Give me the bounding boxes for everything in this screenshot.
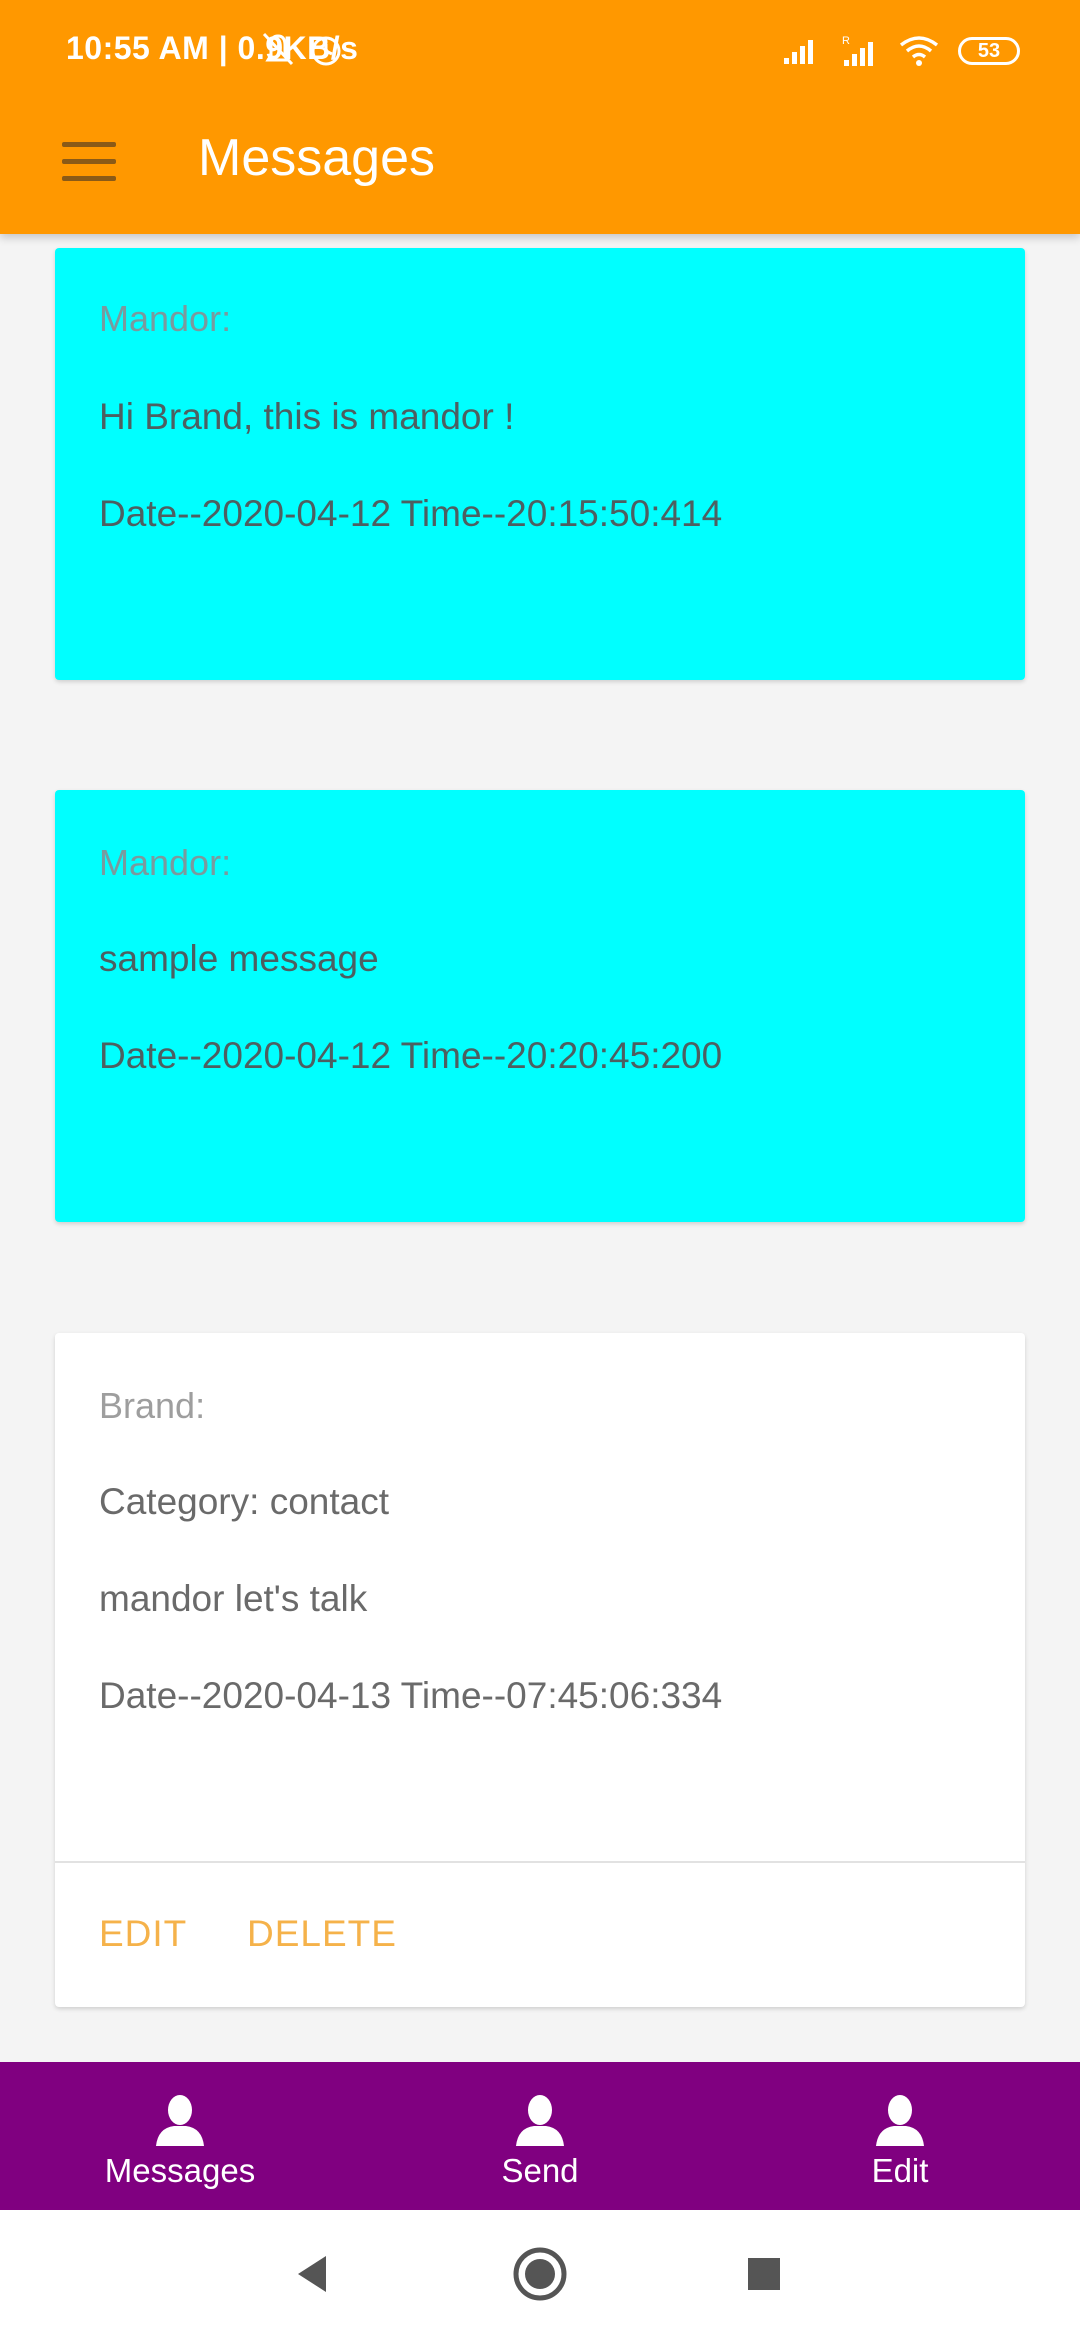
nav-item-send[interactable]: Send xyxy=(440,2062,640,2210)
message-text: Hi Brand, this is mandor ! xyxy=(99,396,515,437)
nav-label: Send xyxy=(501,2152,579,2189)
app-bar: Messages xyxy=(0,100,1080,234)
person-icon xyxy=(876,2095,924,2146)
home-icon[interactable] xyxy=(512,2246,568,2302)
signal-roaming-icon: R xyxy=(842,35,873,66)
message-datetime: Date--2020-04-12 Time--20:15:50:414 xyxy=(99,493,723,534)
svg-text:R: R xyxy=(842,35,850,47)
edit-button[interactable]: EDIT xyxy=(99,1913,187,1955)
card-divider xyxy=(55,1861,1025,1863)
status-bar: 10:55 AM | 0.9KB/s R 53 xyxy=(0,0,1080,100)
status-left-icons xyxy=(262,32,341,66)
nav-item-messages[interactable]: Messages xyxy=(80,2062,280,2210)
message-datetime: Date--2020-04-13 Time--07:45:06:334 xyxy=(99,1675,723,1716)
delete-button[interactable]: DELETE xyxy=(247,1913,397,1955)
top-app-bar: 10:55 AM | 0.9KB/s R 53 Messages xyxy=(0,0,1080,234)
message-card-editable[interactable]: Brand: Category: contact mandor let's ta… xyxy=(55,1333,1025,2007)
wifi-icon xyxy=(899,36,939,66)
person-icon xyxy=(516,2095,564,2146)
message-sender: Mandor: xyxy=(99,842,232,883)
battery-icon: 53 xyxy=(958,37,1020,65)
message-sender: Brand: xyxy=(99,1385,206,1426)
nav-label: Edit xyxy=(871,2152,929,2189)
message-text: mandor let's talk xyxy=(99,1578,368,1619)
mute-bell-icon xyxy=(262,32,294,66)
signal-icon xyxy=(784,40,813,64)
nav-item-edit[interactable]: Edit xyxy=(800,2062,1000,2210)
back-icon[interactable] xyxy=(292,2252,332,2296)
alarm-clock-icon xyxy=(311,36,341,66)
nav-label: Messages xyxy=(104,2152,256,2189)
message-card[interactable]: Mandor: sample message Date--2020-04-12 … xyxy=(55,790,1025,1222)
recents-icon[interactable] xyxy=(746,2256,782,2292)
person-icon xyxy=(156,2095,204,2146)
message-datetime: Date--2020-04-12 Time--20:20:45:200 xyxy=(99,1035,723,1076)
page-title: Messages xyxy=(198,129,435,187)
status-right-icons: R 53 xyxy=(782,30,1020,72)
message-sender: Mandor: xyxy=(99,298,232,339)
message-category: Category: contact xyxy=(99,1481,389,1522)
message-card[interactable]: Mandor: Hi Brand, this is mandor ! Date-… xyxy=(55,248,1025,680)
bottom-navigation: Messages Send Edit xyxy=(0,2062,1080,2210)
hamburger-menu-icon[interactable] xyxy=(62,142,116,182)
message-text: sample message xyxy=(99,938,379,979)
system-navigation-bar xyxy=(0,2210,1080,2340)
